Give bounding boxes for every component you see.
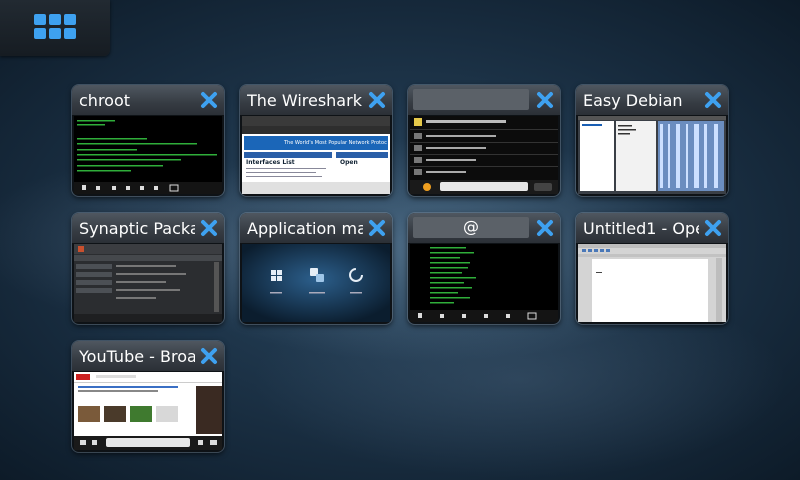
window-thumbnail-youtube[interactable]: YouTube - Broa xyxy=(72,341,224,452)
window-thumbnail-browser[interactable] xyxy=(408,85,560,196)
window-titlebar: chroot xyxy=(72,85,224,115)
window-thumbnail-chroot[interactable]: chroot xyxy=(72,85,224,196)
window-titlebar: @ xyxy=(408,213,560,243)
close-x-icon[interactable] xyxy=(703,90,723,110)
window-thumbnail-easy-debian[interactable]: Easy Debian xyxy=(576,85,728,196)
window-title: The Wireshark xyxy=(247,91,362,110)
window-thumbnail-synaptic[interactable]: Synaptic Packa xyxy=(72,213,224,324)
window-title: YouTube - Broa xyxy=(79,347,195,366)
window-thumbnail-wireshark[interactable]: The Wireshark The World's Most Popular N… xyxy=(240,85,392,196)
window-titlebar: The Wireshark xyxy=(240,85,392,115)
window-title: Synaptic Packa xyxy=(79,219,195,238)
close-x-icon[interactable] xyxy=(367,218,387,238)
window-preview: The World's Most Popular Network Protoc … xyxy=(242,116,390,194)
window-thumbnail-terminal[interactable]: @ xyxy=(408,213,560,324)
close-x-icon[interactable] xyxy=(535,90,555,110)
window-titlebar: Application ma xyxy=(240,213,392,243)
close-x-icon[interactable] xyxy=(199,90,219,110)
window-title: Easy Debian xyxy=(583,91,683,110)
wireshark-banner: The World's Most Popular Network Protoc xyxy=(284,140,387,146)
window-titlebar: Untitled1 - Ope xyxy=(576,213,728,243)
window-title: @ xyxy=(413,217,529,238)
window-titlebar: Easy Debian xyxy=(576,85,728,115)
window-preview xyxy=(410,116,558,194)
close-x-icon[interactable] xyxy=(535,218,555,238)
app-grid-icon xyxy=(34,14,76,39)
window-titlebar xyxy=(408,85,560,115)
interfaces-list-heading: Interfaces List xyxy=(246,159,295,166)
window-preview xyxy=(578,116,726,194)
close-x-icon[interactable] xyxy=(703,218,723,238)
window-title xyxy=(413,89,529,110)
close-x-icon[interactable] xyxy=(367,90,387,110)
window-title: Untitled1 - Ope xyxy=(583,219,699,238)
window-thumbnail-untitled1-openoffice[interactable]: Untitled1 - Ope xyxy=(576,213,728,324)
window-titlebar: YouTube - Broa xyxy=(72,341,224,371)
window-preview xyxy=(242,244,390,322)
close-x-icon[interactable] xyxy=(199,346,219,366)
window-preview xyxy=(74,244,222,322)
window-preview xyxy=(74,372,222,450)
app-launcher-button[interactable] xyxy=(0,0,110,56)
window-preview xyxy=(578,244,726,322)
close-x-icon[interactable] xyxy=(199,218,219,238)
window-titlebar: Synaptic Packa xyxy=(72,213,224,243)
window-title: chroot xyxy=(79,91,131,110)
window-title: Application ma xyxy=(247,219,363,238)
open-heading: Open xyxy=(340,159,358,166)
window-preview xyxy=(410,244,558,322)
window-preview xyxy=(74,116,222,194)
window-thumbnail-application-manager[interactable]: Application ma xyxy=(240,213,392,324)
